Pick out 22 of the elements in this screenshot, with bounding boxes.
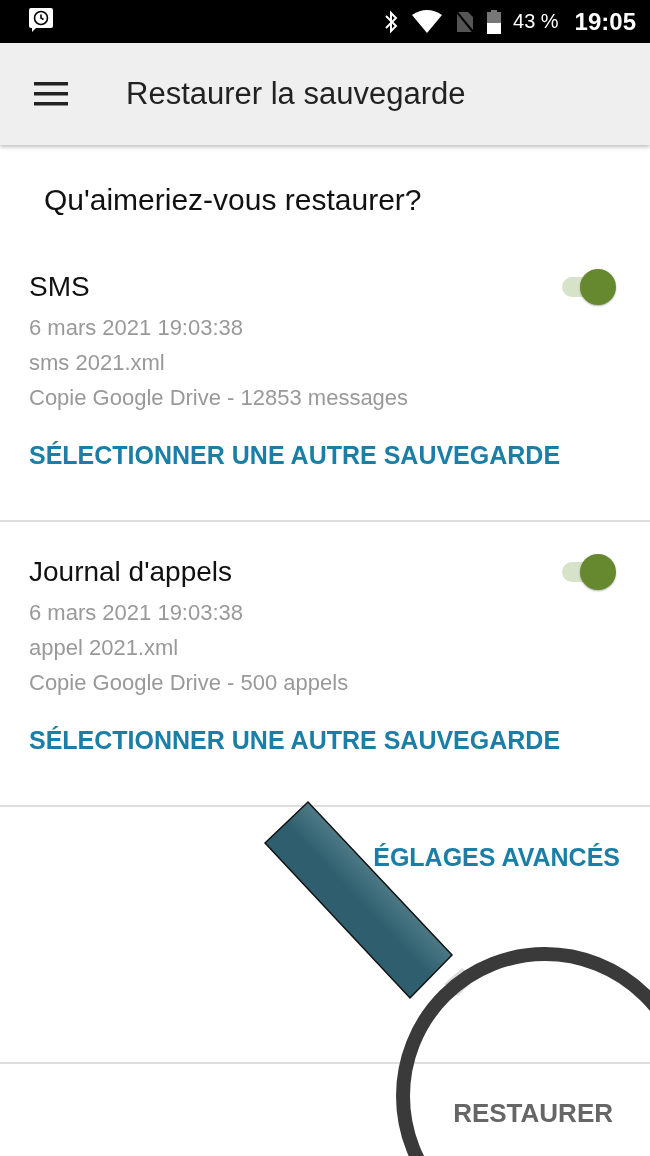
wifi-icon <box>411 9 443 34</box>
bluetooth-icon <box>383 9 399 34</box>
section-title: Journal d'appels <box>29 556 233 588</box>
section-title: SMS <box>29 271 90 303</box>
menu-icon <box>34 82 68 106</box>
select-backup-link[interactable]: SÉLECTIONNER UNE AUTRE SAUVEGARDE <box>29 441 561 470</box>
no-sim-icon <box>455 9 475 34</box>
screen-title: Restaurer la sauvegarde <box>126 76 466 112</box>
backup-detail: 6 mars 2021 19:03:38 <box>29 315 245 341</box>
backup-detail: appel 2021.xml <box>29 635 180 661</box>
battery-percentage: 43 % <box>513 10 559 33</box>
restore-button[interactable]: RESTAURER <box>453 1098 613 1129</box>
backup-detail: Copie Google Drive - 12853 messages <box>29 385 410 411</box>
select-backup-link[interactable]: SÉLECTIONNER UNE AUTRE SAUVEGARDE <box>29 726 561 755</box>
battery-icon <box>487 9 501 34</box>
question-heading: Qu'aimeriez-vous restaurer? <box>43 182 423 218</box>
advanced-settings-link[interactable]: ÉGLAGES AVANCÉS <box>373 843 620 873</box>
backup-detail: Copie Google Drive - 500 appels <box>29 670 350 696</box>
clock: 19:05 <box>574 7 636 36</box>
backup-detail: 6 mars 2021 19:03:38 <box>29 600 245 626</box>
backup-detail: sms 2021.xml <box>29 350 166 376</box>
backup-app-icon <box>28 6 54 33</box>
